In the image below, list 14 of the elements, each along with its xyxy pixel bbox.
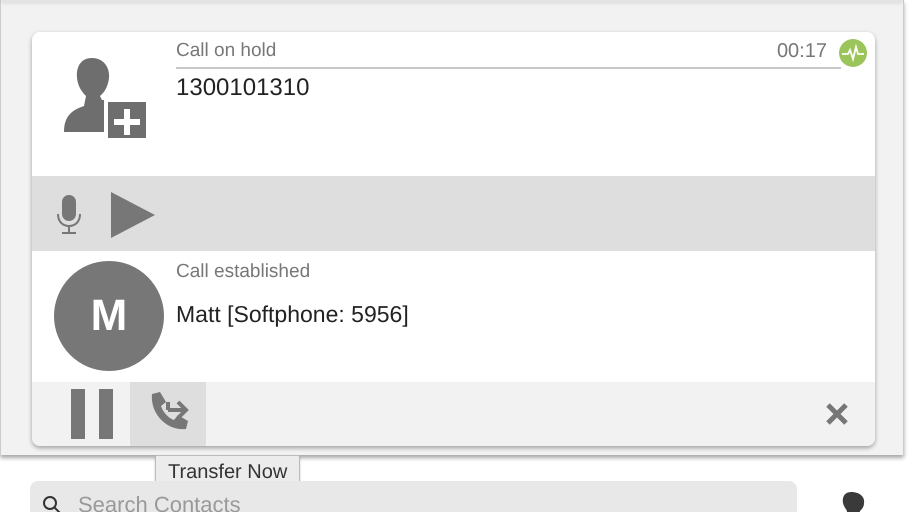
activity-icon [839, 39, 867, 67]
microphone-icon[interactable] [57, 194, 81, 234]
close-icon[interactable] [825, 402, 849, 426]
transfer-button[interactable] [130, 382, 206, 446]
phone-number: 1300101310 [176, 74, 310, 102]
call-status: Call on hold [176, 40, 276, 63]
call-status: Call established [176, 261, 312, 283]
call-timer: 00:17 [776, 40, 827, 63]
avatar: M [54, 261, 164, 371]
play-icon[interactable] [111, 192, 155, 238]
search-field[interactable]: Search Contacts [30, 481, 797, 512]
pause-icon [71, 389, 113, 439]
caller-name: Matt [Softphone: 5956] [176, 301, 409, 328]
search-icon [42, 495, 62, 512]
